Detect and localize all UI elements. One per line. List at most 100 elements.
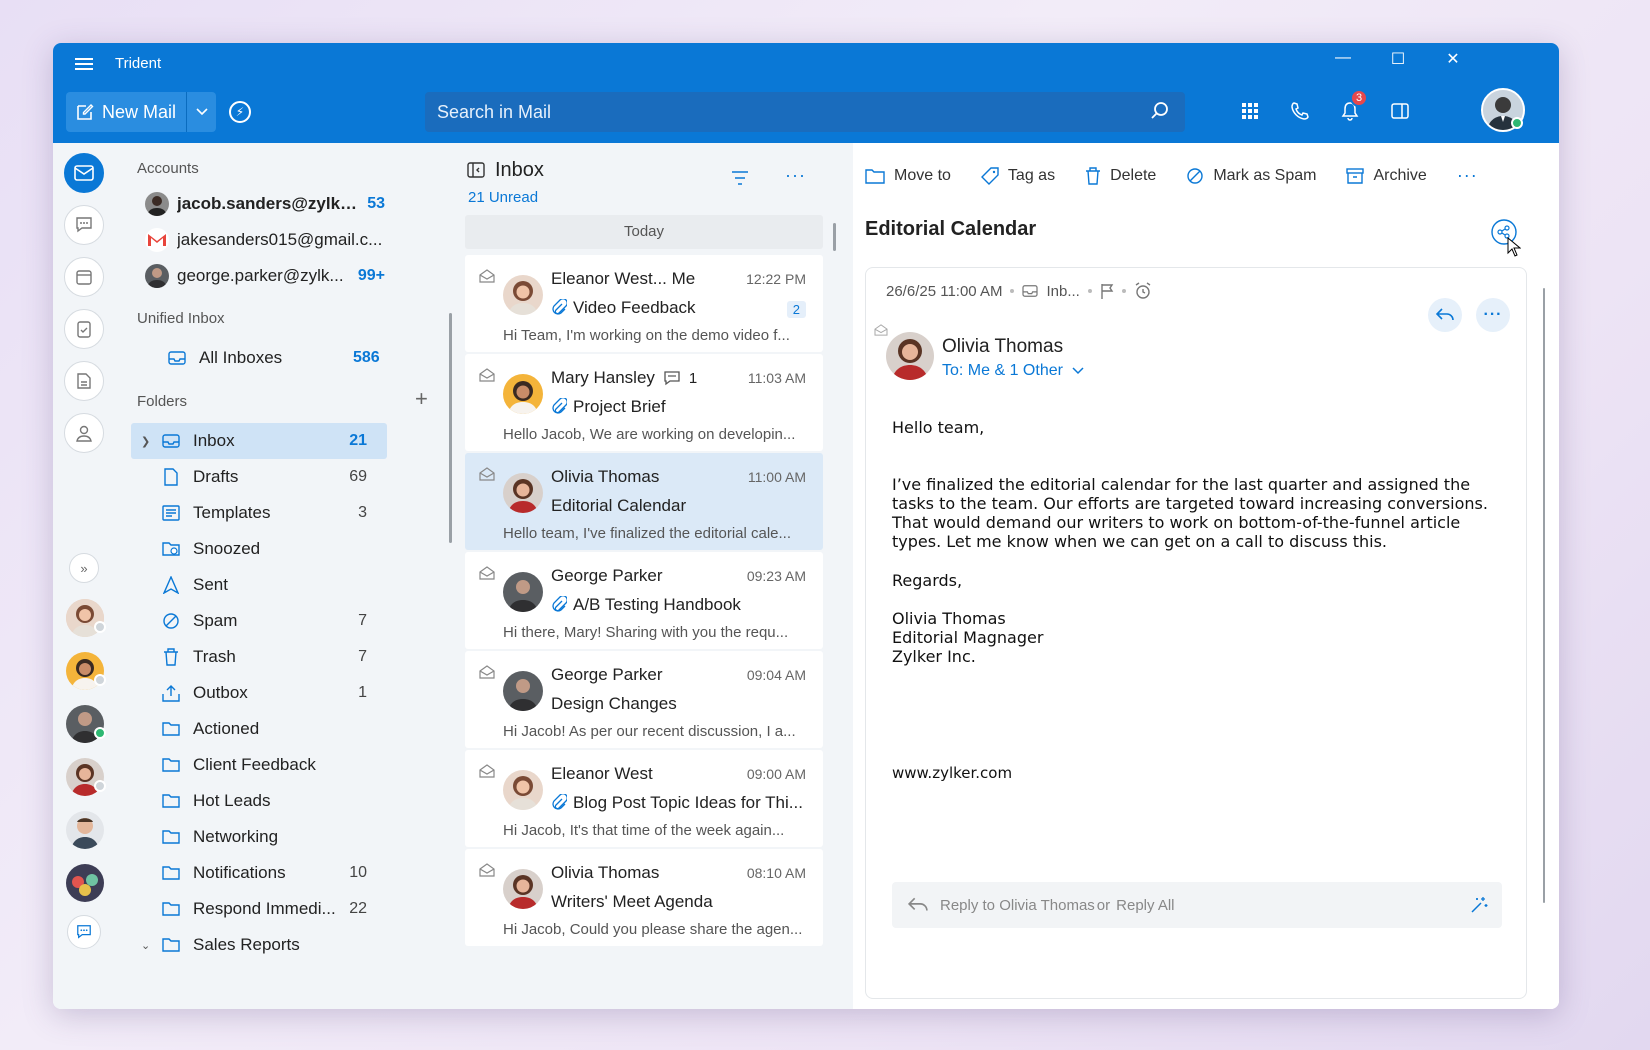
message-subject: Video Feedback [573,298,696,317]
message-item-selected[interactable]: Olivia Thomas 11:00 AM Editorial Calenda… [465,453,823,550]
maximize-icon[interactable]: ☐ [1378,49,1418,69]
envelope-read-icon[interactable] [479,863,495,877]
envelope-read-icon[interactable] [479,566,495,580]
account-item-george[interactable]: george.parker@zylk... 99+ [145,264,385,288]
message-item[interactable]: George Parker 09:23 AM A/B Testing Handb… [465,552,823,649]
app-rail: » [53,143,115,1009]
envelope-read-icon[interactable] [479,764,495,778]
notifications-bell-icon[interactable]: 3 [1336,89,1368,125]
folder-client-feedback[interactable]: Client Feedback [131,747,387,783]
account-item-gmail[interactable]: jakesanders015@gmail.c... [145,228,385,252]
rail-feedback-icon[interactable] [67,915,101,949]
folder-all-inboxes[interactable]: All Inboxes 586 [137,340,393,376]
rail-notes-icon[interactable] [64,361,104,401]
new-mail-button[interactable]: New Mail [66,92,216,132]
quick-reply-bar[interactable]: Reply to Olivia Thomas or Reply All [892,882,1502,928]
envelope-read-icon[interactable] [479,269,495,283]
folder-inbox[interactable]: ❯ Inbox 21 [131,423,387,459]
signature-name: Olivia Thomas [892,609,1006,628]
folder-networking[interactable]: Networking [131,819,387,855]
message-item[interactable]: Mary Hansley 1 11:03 AM Project Brief Hel… [465,354,823,451]
envelope-read-icon[interactable] [479,467,495,481]
list-scrollbar[interactable] [833,223,836,251]
envelope-read-icon[interactable] [479,368,495,382]
rail-tasks-icon[interactable] [64,309,104,349]
alarm-clock-icon[interactable] [1134,282,1152,300]
chevron-down-icon[interactable]: ⌄ [141,939,150,952]
email-folder[interactable]: Inb... [1046,283,1079,300]
message-item[interactable]: Olivia Thomas 08:10 AM Writers' Meet Age… [465,849,823,946]
folder-hot-leads[interactable]: Hot Leads [131,783,387,819]
folder-respond-immediately[interactable]: Respond Immedi... 22 [131,891,387,927]
move-to-button[interactable]: Move to [865,165,951,186]
tag-as-button[interactable]: Tag as [980,165,1055,186]
rail-calendar-icon[interactable] [64,257,104,297]
unread-count[interactable]: 21 Unread [468,189,538,206]
phone-icon[interactable] [1286,97,1314,125]
minimize-icon[interactable]: — [1323,49,1363,67]
rail-mail-icon[interactable] [64,153,104,193]
recipients-toggle[interactable]: To: Me & 1 Other [942,362,1084,380]
new-mail-main[interactable]: New Mail [66,92,186,132]
reply-button[interactable] [1428,298,1462,332]
folder-scrollbar[interactable] [449,313,452,543]
toolbar-more-icon[interactable]: ··· [1457,165,1478,186]
mark-as-spam-button[interactable]: Mark as Spam [1186,165,1316,186]
folder-notifications[interactable]: Notifications 10 [131,855,387,891]
add-folder-plus-icon[interactable]: + [415,386,428,412]
gmail-icon [145,228,169,252]
account-avatar [145,192,169,216]
message-sender: Mary Hansley [551,368,655,387]
folder-spam[interactable]: Spam 7 [131,603,387,639]
email-meta: 26/6/25 11:00 AM Inb... [886,282,1152,300]
chevron-right-icon[interactable]: ❯ [141,435,150,448]
folder-name: Hot Leads [193,791,271,810]
folder-trash[interactable]: Trash 7 [131,639,387,675]
search-icon[interactable] [1149,100,1171,122]
rail-contacts-icon[interactable] [64,413,104,453]
ai-sparkle-icon[interactable] [1470,896,1488,914]
sender-name[interactable]: Olivia Thomas [942,336,1063,358]
envelope-read-icon[interactable] [479,665,495,679]
sender-avatar [503,275,543,315]
side-panel-icon[interactable] [1386,97,1414,125]
delete-button[interactable]: Delete [1085,165,1156,186]
close-icon[interactable]: ✕ [1433,49,1473,69]
folder-sales-reports[interactable]: ⌄ Sales Reports [131,927,387,963]
archive-button[interactable]: Archive [1346,165,1427,186]
contact-avatar-group[interactable] [66,864,104,902]
folder-drafts[interactable]: Drafts 69 [131,459,387,495]
reply-to-link[interactable]: Reply to Olivia Thomas [940,897,1095,914]
search-input[interactable]: Search in Mail [425,92,1185,132]
apps-grid-icon[interactable] [1236,97,1264,125]
rail-chat-icon[interactable] [64,205,104,245]
hamburger-menu-icon[interactable] [75,56,93,70]
flag-icon[interactable] [1100,283,1114,299]
folder-sent[interactable]: Sent [131,567,387,603]
message-item[interactable]: Eleanor West 09:00 AM Blog Post Topic Id… [465,750,823,847]
new-mail-dropdown[interactable] [186,92,216,132]
new-mail-label: New Mail [102,101,177,122]
sender-avatar[interactable] [886,332,934,380]
email-more-icon[interactable]: ··· [1476,298,1510,332]
folder-templates[interactable]: Templates 3 [131,495,387,531]
folder-icon [865,168,885,184]
message-item[interactable]: Eleanor West... Me 12:22 PM Video Feedba… [465,255,823,352]
contact-avatar-man-glasses[interactable] [66,811,104,849]
collapse-pane-icon[interactable] [467,161,485,184]
account-item-jacob[interactable]: jacob.sanders@zylke... 53 [145,192,385,216]
envelope-read-icon[interactable] [874,324,888,336]
quick-actions-bolt-icon[interactable]: ⚡ [229,101,251,123]
reply-all-link[interactable]: Reply All [1116,897,1174,914]
list-more-icon[interactable]: ··· [785,165,806,186]
list-title: Inbox [495,159,544,181]
message-preview: Hi Team, I'm working on the demo video f… [503,327,790,344]
folder-outbox[interactable]: Outbox 1 [131,675,387,711]
filter-icon[interactable] [731,171,749,190]
signature-website[interactable]: www.zylker.com [892,764,1512,783]
folder-actioned[interactable]: Actioned [131,711,387,747]
folder-snoozed[interactable]: Snoozed [131,531,387,567]
reader-scrollbar[interactable] [1543,288,1545,903]
message-item[interactable]: George Parker 09:04 AM Design Changes Hi… [465,651,823,748]
rail-expand-chevrons-icon[interactable]: » [69,553,99,583]
